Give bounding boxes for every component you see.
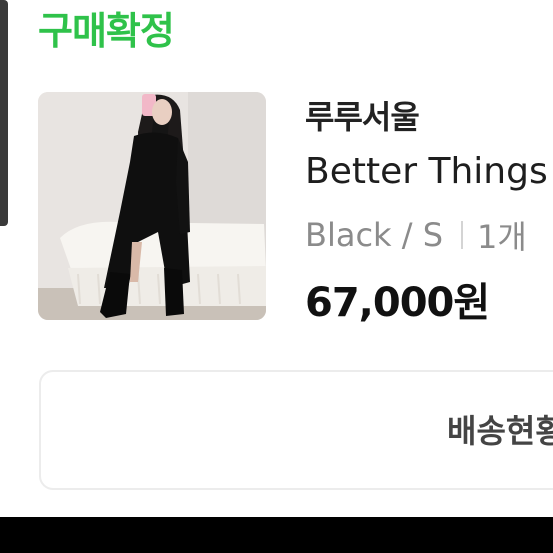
product-quantity: 1개 bbox=[477, 218, 527, 256]
product-thumbnail[interactable] bbox=[38, 92, 266, 320]
product-price: 67,000원 bbox=[305, 280, 490, 326]
product-name[interactable]: Better Things bbox=[305, 151, 548, 192]
system-navigation-bar bbox=[0, 517, 553, 553]
product-photo-icon bbox=[38, 92, 266, 320]
scroll-indicator[interactable] bbox=[0, 0, 8, 226]
delivery-status-button[interactable]: 배송현황 bbox=[39, 370, 553, 490]
product-option-row: Black / S 1개 bbox=[305, 213, 527, 257]
order-detail-screen: 구매확정 루루서울 Better Things Black / S 1개 67,… bbox=[0, 0, 553, 553]
seller-name[interactable]: 루루서울 bbox=[305, 92, 420, 138]
option-divider bbox=[461, 221, 464, 249]
delivery-status-label: 배송현황 bbox=[447, 412, 553, 450]
order-status-title: 구매확정 bbox=[38, 9, 175, 53]
product-option: Black / S bbox=[305, 216, 444, 254]
